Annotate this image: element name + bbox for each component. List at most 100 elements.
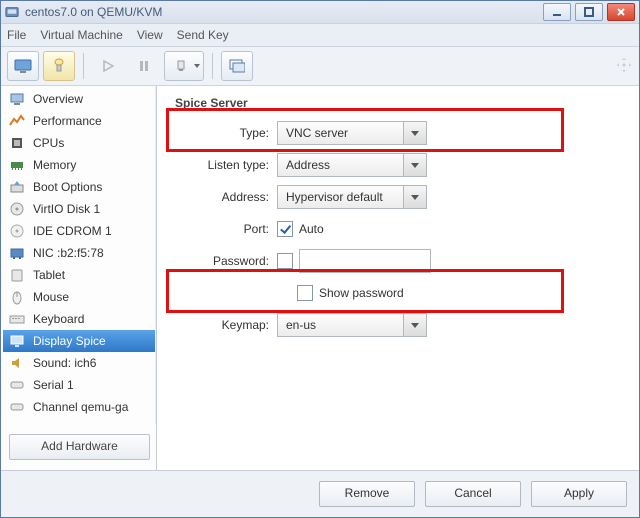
keyboard-icon <box>9 311 25 327</box>
sidebar-item-label: IDE CDROM 1 <box>33 224 112 238</box>
sidebar-item-label: Serial 1 <box>33 378 74 392</box>
sidebar-item-memory[interactable]: Memory <box>3 154 155 176</box>
add-hardware-wrap: Add Hardware <box>1 424 156 470</box>
page-title: Spice Server <box>175 96 625 110</box>
sidebar-item-label: Boot Options <box>33 180 102 194</box>
memory-icon <box>9 157 25 173</box>
label-address: Address: <box>175 190 277 204</box>
toolbar-separator-2 <box>212 53 213 79</box>
sidebar-item-tablet[interactable]: Tablet <box>3 264 155 286</box>
select-keymap-value: en-us <box>278 318 403 332</box>
minimize-button[interactable] <box>543 3 571 21</box>
sidebar-item-overview[interactable]: Overview <box>3 88 155 110</box>
row-address: Address: Hypervisor default <box>175 182 625 212</box>
titlebar: centos7.0 on QEMU/KVM <box>1 1 639 24</box>
performance-icon <box>9 113 25 129</box>
window: centos7.0 on QEMU/KVM File Virtual Machi… <box>0 0 640 518</box>
sidebar-item-display-spice[interactable]: Display Spice <box>3 330 155 352</box>
apply-button[interactable]: Apply <box>531 481 627 507</box>
sidebar-item-label: Channel qemu-ga <box>33 400 128 414</box>
sidebar-item-label: VirtIO Disk 1 <box>33 202 100 216</box>
channel-icon <box>9 399 25 415</box>
add-hardware-button[interactable]: Add Hardware <box>9 434 150 460</box>
fullscreen-button[interactable] <box>221 51 253 81</box>
label-port-auto: Auto <box>299 222 324 236</box>
run-button[interactable] <box>92 51 124 81</box>
sidebar-item-label: Memory <box>33 158 76 172</box>
sidebar-item-nic[interactable]: NIC :b2:f5:78 <box>3 242 155 264</box>
disk-icon <box>9 201 25 217</box>
nic-icon <box>9 245 25 261</box>
sidebar-item-boot-options[interactable]: Boot Options <box>3 176 155 198</box>
serial-icon <box>9 377 25 393</box>
bottombar: Remove Cancel Apply <box>1 470 639 517</box>
details-button[interactable] <box>43 51 75 81</box>
select-listen-type[interactable]: Address <box>277 153 427 177</box>
body: Overview Performance CPUs Memory Boot Op… <box>1 86 639 470</box>
cpu-icon <box>9 135 25 151</box>
sidebar-item-performance[interactable]: Performance <box>3 110 155 132</box>
row-show-password: Show password <box>175 278 625 308</box>
menu-view[interactable]: View <box>137 28 163 42</box>
row-type: Type: VNC server <box>175 118 625 148</box>
sidebar-item-label: Mouse <box>33 290 69 304</box>
checkbox-port-auto[interactable] <box>277 221 293 237</box>
row-listen-type: Listen type: Address <box>175 150 625 180</box>
sidebar-item-channel-qemu-ga[interactable]: Channel qemu-ga <box>3 396 155 418</box>
sidebar-item-label: Overview <box>33 92 83 106</box>
menu-file[interactable]: File <box>7 28 26 42</box>
sidebar-item-label: CPUs <box>33 136 64 150</box>
chevron-down-icon <box>403 186 426 208</box>
move-handle-icon <box>615 56 633 77</box>
sound-icon <box>9 355 25 371</box>
sidebar-item-cpus[interactable]: CPUs <box>3 132 155 154</box>
label-port: Port: <box>175 222 277 236</box>
select-type-value: VNC server <box>278 126 403 140</box>
menubar: File Virtual Machine View Send Key <box>1 24 639 46</box>
boot-icon <box>9 179 25 195</box>
sidebar: Overview Performance CPUs Memory Boot Op… <box>1 86 157 470</box>
sidebar-item-sound[interactable]: Sound: ich6 <box>3 352 155 374</box>
toolbar-separator <box>83 53 84 79</box>
row-password: Password: <box>175 246 625 276</box>
chevron-down-icon <box>403 122 426 144</box>
sidebar-item-label: Keyboard <box>33 312 84 326</box>
chevron-down-icon <box>194 64 200 68</box>
cdrom-icon <box>9 223 25 239</box>
pause-button[interactable] <box>128 51 160 81</box>
maximize-button[interactable] <box>575 3 603 21</box>
password-field[interactable] <box>299 249 431 273</box>
select-address[interactable]: Hypervisor default <box>277 185 427 209</box>
cancel-button[interactable]: Cancel <box>425 481 521 507</box>
sidebar-item-serial[interactable]: Serial 1 <box>3 374 155 396</box>
window-buttons <box>543 3 635 21</box>
sidebar-list: Overview Performance CPUs Memory Boot Op… <box>1 86 156 424</box>
label-keymap: Keymap: <box>175 318 277 332</box>
sidebar-item-ide-cdrom[interactable]: IDE CDROM 1 <box>3 220 155 242</box>
tablet-icon <box>9 267 25 283</box>
main-pane: Spice Server Type: VNC server Listen typ… <box>157 86 639 470</box>
select-keymap[interactable]: en-us <box>277 313 427 337</box>
menu-send-key[interactable]: Send Key <box>177 28 229 42</box>
row-keymap: Keymap: en-us <box>175 310 625 340</box>
sidebar-item-virtio-disk[interactable]: VirtIO Disk 1 <box>3 198 155 220</box>
sidebar-item-keyboard[interactable]: Keyboard <box>3 308 155 330</box>
checkbox-password-enable[interactable] <box>277 253 293 269</box>
select-type[interactable]: VNC server <box>277 121 427 145</box>
console-button[interactable] <box>7 51 39 81</box>
display-icon <box>9 333 25 349</box>
close-button[interactable] <box>607 3 635 21</box>
checkbox-show-password[interactable] <box>297 285 313 301</box>
overview-icon <box>9 91 25 107</box>
remove-button[interactable]: Remove <box>319 481 415 507</box>
shutdown-button[interactable] <box>164 51 204 81</box>
chevron-down-icon <box>403 154 426 176</box>
menu-virtual-machine[interactable]: Virtual Machine <box>40 28 123 42</box>
toolbar <box>1 46 639 86</box>
app-icon <box>5 5 19 19</box>
sidebar-item-label: NIC :b2:f5:78 <box>33 246 104 260</box>
sidebar-item-label: Display Spice <box>33 334 106 348</box>
window-title: centos7.0 on QEMU/KVM <box>25 5 543 19</box>
sidebar-item-label: Performance <box>33 114 102 128</box>
sidebar-item-mouse[interactable]: Mouse <box>3 286 155 308</box>
